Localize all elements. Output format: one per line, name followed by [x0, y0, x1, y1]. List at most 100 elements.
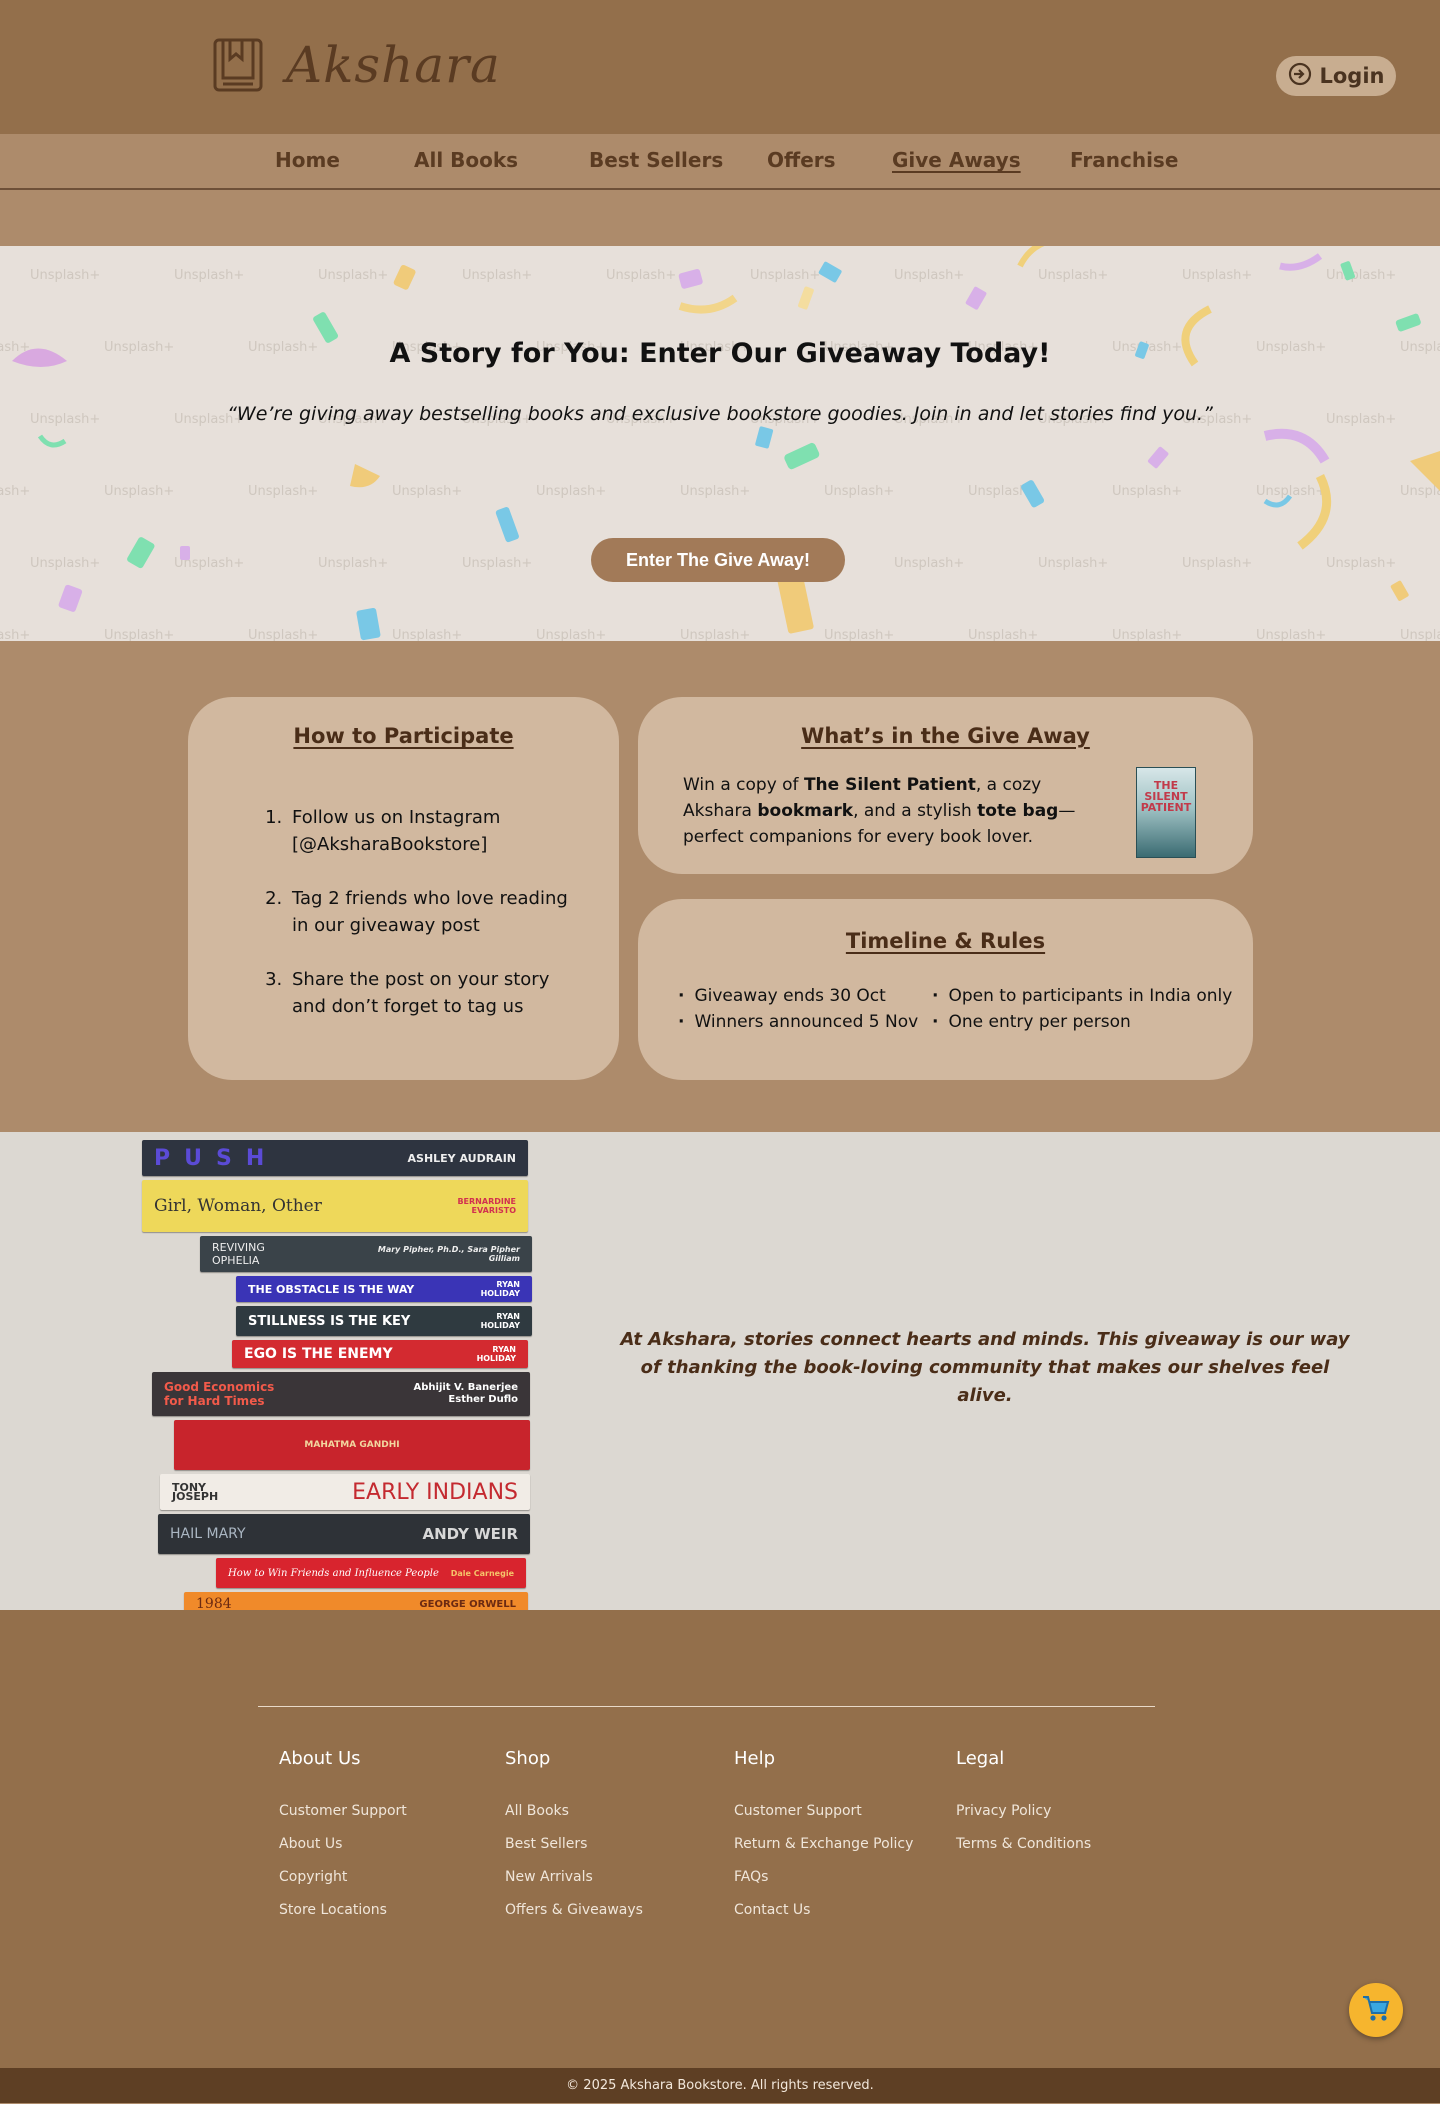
nav-item-franchise[interactable]: Franchise [1070, 148, 1178, 172]
how-to-participate-card: How to Participate Follow us on Instagra… [188, 697, 619, 1080]
brand-logo[interactable]: Akshara [212, 36, 501, 94]
footer-column-help: Help Customer Support Return & Exchange … [734, 1748, 913, 1935]
watermark-text: Unsplash+ [174, 268, 244, 283]
watermark-text: Unsplash+ [462, 556, 532, 571]
watermark-text: Unsplash+ [1326, 268, 1396, 283]
copyright-bar: © 2025 Akshara Bookstore. All rights res… [0, 2068, 1440, 2103]
watermark-text: Unsplash+ [1038, 268, 1108, 283]
book-icon [212, 37, 264, 93]
story-section: PUSH ASHLEY AUDRAIN Girl, Woman, Other B… [0, 1132, 1440, 1610]
book-spine: THE OBSTACLE IS THE WAY RYAN HOLIDAY [236, 1276, 532, 1302]
watermark-text: Unsplash+ [248, 628, 318, 641]
footer-column-title: Shop [505, 1748, 551, 1769]
watermark-text: Unsplash+ [0, 628, 30, 641]
watermark-text: Unsplash+ [1182, 268, 1252, 283]
whats-in-description: Win a copy of The Silent Patient, a cozy… [683, 775, 1076, 847]
book-spine: MAHATMA GANDHI [174, 1420, 530, 1470]
watermark-text: Unsplash+ [750, 268, 820, 283]
footer-column-title: Help [734, 1748, 776, 1769]
book-spine: REVIVING OPHELIA Mary Pipher, Ph.D., Sar… [200, 1236, 532, 1272]
main-nav: Home All Books Best Sellers Offers Give … [0, 134, 1440, 190]
book-spine: Girl, Woman, Other BERNARDINE EVARISTO [142, 1180, 528, 1232]
participate-step: Tag 2 friends who love reading in our gi… [288, 885, 588, 939]
giveaway-info: How to Participate Follow us on Instagra… [0, 641, 1440, 1132]
watermark-text: Unsplash+ [680, 628, 750, 641]
watermark-text: Unsplash+ [104, 628, 174, 641]
rules-left-list: Giveaway ends 30 Oct Winners announced 5… [678, 983, 918, 1035]
participate-step: Follow us on Instagram [@AksharaBookstor… [288, 804, 588, 858]
participate-title: How to Participate [293, 724, 514, 748]
footer-link[interactable]: All Books [505, 1803, 643, 1819]
footer-link[interactable]: Offers & Giveaways [505, 1902, 643, 1918]
footer-link[interactable]: Store Locations [279, 1902, 407, 1918]
login-icon [1288, 62, 1312, 91]
nav-spacer [0, 190, 1440, 246]
participate-steps: Follow us on Instagram [@AksharaBookstor… [288, 804, 588, 1020]
watermark-text: Unsplash+ [30, 268, 100, 283]
login-button[interactable]: Login [1276, 56, 1396, 96]
watermark-text: Unsplash+ [968, 628, 1038, 641]
rules-title: Timeline & Rules [845, 929, 1046, 953]
footer-link[interactable]: Best Sellers [505, 1836, 643, 1852]
footer-link[interactable]: Customer Support [734, 1803, 913, 1819]
footer-column-shop: Shop All Books Best Sellers New Arrivals… [505, 1748, 643, 1935]
watermark-text: Unsplash+ [894, 556, 964, 571]
watermark-text: Unsplash+ [1038, 556, 1108, 571]
footer-link[interactable]: Contact Us [734, 1902, 913, 1918]
cart-icon [1360, 1992, 1392, 2028]
watermark-text: Unsplash+ [1112, 628, 1182, 641]
footer-link[interactable]: Terms & Conditions [956, 1836, 1091, 1852]
book-spine: 1984 GEORGE ORWELL [184, 1592, 528, 1610]
nav-item-offers[interactable]: Offers [767, 148, 836, 172]
watermark-text: Unsplash+ [248, 484, 318, 499]
footer-link[interactable]: New Arrivals [505, 1869, 643, 1885]
hero-title: A Story for You: Enter Our Giveaway Toda… [389, 338, 1051, 369]
hero-quote: “We’re giving away bestselling books and… [227, 403, 1213, 425]
watermark-text: Unsplash+ [318, 556, 388, 571]
cart-button[interactable] [1349, 1983, 1403, 2037]
nav-item-give-aways[interactable]: Give Aways [892, 148, 1021, 172]
watermark-text: Unsplash+ [30, 556, 100, 571]
watermark-text: Unsplash+ [1326, 556, 1396, 571]
footer-column-title: About Us [279, 1748, 361, 1769]
footer-link[interactable]: Customer Support [279, 1803, 407, 1819]
book-spine: EGO IS THE ENEMY RYAN HOLIDAY [232, 1340, 528, 1368]
nav-item-all-books[interactable]: All Books [414, 148, 518, 172]
book-spine: PUSH ASHLEY AUDRAIN [142, 1140, 528, 1176]
footer-link[interactable]: Copyright [279, 1869, 407, 1885]
rule-item: One entry per person [932, 1009, 1232, 1035]
book-spine: How to Win Friends and Influence People … [216, 1558, 526, 1588]
watermark-text: Unsplash+ [1400, 628, 1440, 641]
footer-link[interactable]: Return & Exchange Policy [734, 1836, 913, 1852]
footer-column-about: About Us Customer Support About Us Copyr… [279, 1748, 407, 1935]
enter-giveaway-button[interactable]: Enter The Give Away! [591, 538, 845, 582]
book-spine: TONY JOSEPH EARLY INDIANS [160, 1474, 530, 1510]
watermark-text: Unsplash+ [392, 628, 462, 641]
footer-link[interactable]: Privacy Policy [956, 1803, 1091, 1819]
book-spine: STILLNESS IS THE KEY RYAN HOLIDAY [236, 1306, 532, 1336]
rule-item: Open to participants in India only [932, 983, 1232, 1009]
watermark-text: Unsplash+ [894, 268, 964, 283]
footer-divider [258, 1706, 1155, 1707]
footer-link[interactable]: About Us [279, 1836, 407, 1852]
timeline-rules-card: Timeline & Rules Giveaway ends 30 Oct Wi… [638, 899, 1253, 1080]
footer-column-legal: Legal Privacy Policy Terms & Conditions [956, 1748, 1091, 1869]
watermark-text: Unsplash+ [1256, 628, 1326, 641]
watermark-text: Unsplash+ [824, 628, 894, 641]
rule-item: Giveaway ends 30 Oct [678, 983, 918, 1009]
watermark-text: Unsplash+ [462, 268, 532, 283]
participate-step: Share the post on your story and don’t f… [288, 966, 588, 1020]
story-text: At Akshara, stories connect hearts and m… [620, 1329, 1350, 1406]
site-footer: About Us Customer Support About Us Copyr… [0, 1610, 1440, 2068]
footer-link[interactable]: FAQs [734, 1869, 913, 1885]
nav-item-home[interactable]: Home [275, 148, 340, 172]
watermark-text: Unsplash+ [318, 268, 388, 283]
login-label: Login [1319, 64, 1385, 88]
rule-item: Winners announced 5 Nov [678, 1009, 918, 1035]
nav-item-best-sellers[interactable]: Best Sellers [589, 148, 723, 172]
watermark-text: Unsplash+ [824, 484, 894, 499]
rules-right-list: Open to participants in India only One e… [932, 983, 1232, 1035]
book-spine: Good Economics for Hard Times Abhijit V.… [152, 1372, 530, 1416]
watermark-text: Unsplash+ [680, 484, 750, 499]
brand-name: Akshara [286, 36, 501, 94]
